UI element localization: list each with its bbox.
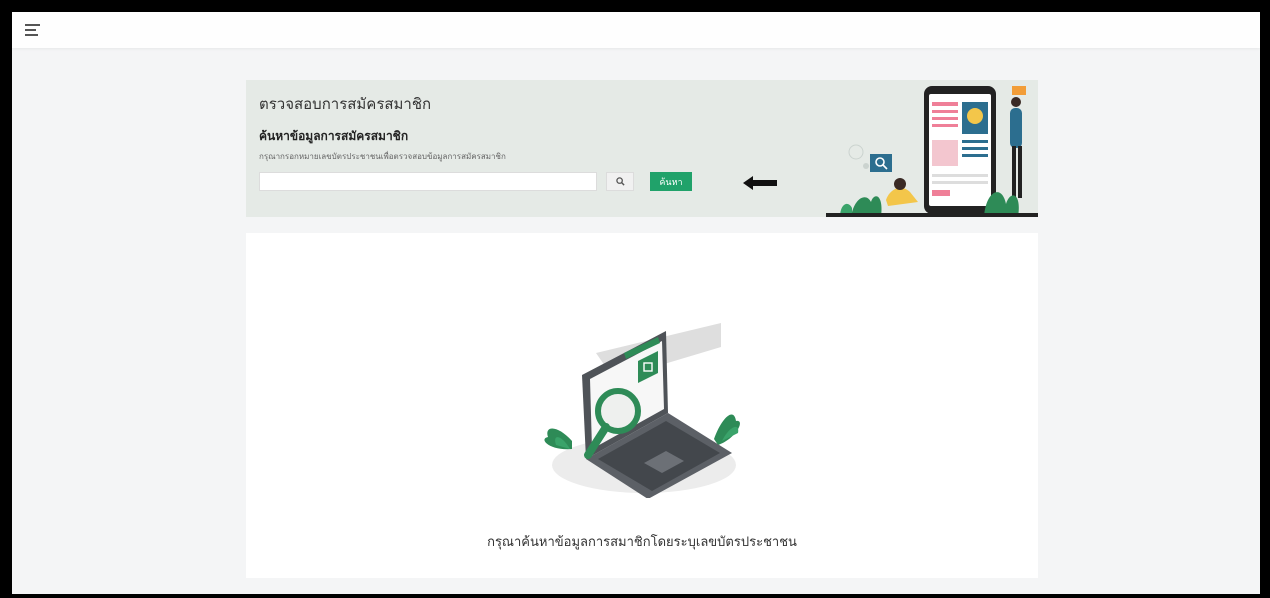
search-icon-button[interactable] xyxy=(606,172,634,191)
search-section-title: ค้นหาข้อมูลการสมัครสมาชิก xyxy=(259,129,409,143)
top-bar xyxy=(12,12,1260,48)
page-title: ตรวจสอบการสมัครสมาชิก xyxy=(259,95,432,113)
left-arrow-icon xyxy=(743,176,777,190)
id-card-search-input[interactable] xyxy=(259,172,597,191)
search-panel: ตรวจสอบการสมัครสมาชิก ค้นหาข้อมูลการสมัค… xyxy=(246,80,1038,217)
phone-search-illustration xyxy=(826,86,1038,217)
magnifier-icon xyxy=(615,177,625,186)
result-panel: กรุณาค้นหาข้อมูลการสมาชิกโดยระบุเลขบัตรป… xyxy=(246,233,1038,578)
search-helper-text: กรุณากรอกหมายเลขบัตรประชาชนเพื่อตรวจสอบข… xyxy=(259,152,506,161)
app-window: ตรวจสอบการสมัครสมาชิก ค้นหาข้อมูลการสมัค… xyxy=(12,12,1260,594)
laptop-search-illustration xyxy=(544,323,740,498)
menu-toggle-icon[interactable] xyxy=(25,24,40,36)
search-button[interactable]: ค้นหา xyxy=(650,172,692,191)
empty-state-message: กรุณาค้นหาข้อมูลการสมาชิกโดยระบุเลขบัตรป… xyxy=(487,535,797,550)
